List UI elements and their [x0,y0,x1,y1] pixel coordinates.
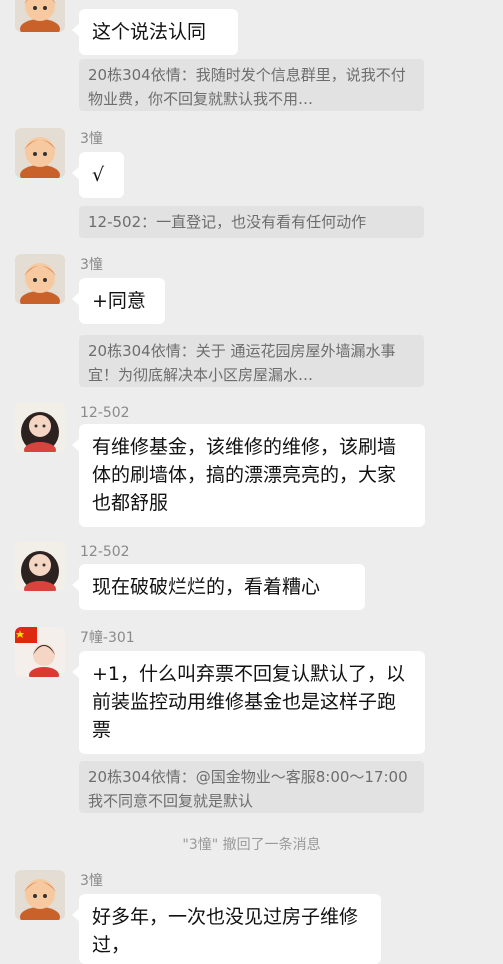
quoted-text: 20栋304依情：我随时发个信息群里，说我不付物业费，你不回复就默认我不用… [88,66,406,108]
cartoon-avatar-icon [15,254,65,304]
message-text: +1，什么叫弃票不回复认默认了，以前装监控动用维修基金也是这样子跑票 [92,663,406,741]
cartoon-avatar-icon [15,0,65,32]
recall-notice: "3憧" 撤回了一条消息 [182,837,321,853]
message-text: 这个说法认同 [92,21,207,43]
sender-name: 12-502 [80,405,130,421]
sender-name: 7幢-301 [80,630,135,646]
message-text: +同意 [92,290,146,312]
quoted-reply[interactable]: 20栋304依情：关于 通运花园房屋外墙漏水事宜！为彻底解决本小区房屋漏水… [79,335,424,387]
flag-girl-avatar-icon [15,627,65,677]
cartoon-avatar-icon [15,128,65,178]
avatar-3chong[interactable] [15,254,65,304]
avatar-12-502[interactable] [15,541,65,591]
girl-avatar-icon [15,541,65,591]
sender-name: 3憧 [80,257,103,273]
message-text: √ [92,164,105,186]
quoted-text: 12-502：一直登记，也没有看有任何动作 [88,213,367,231]
message-bubble[interactable]: +1，什么叫弃票不回复认默认了，以前装监控动用维修基金也是这样子跑票 [72,651,425,754]
sender-name: 3憧 [80,873,103,889]
message-text: 现在破破烂烂的，看着糟心 [92,576,321,598]
sender-name: 12-502 [80,544,130,560]
avatar-12-502[interactable] [15,402,65,452]
quoted-reply[interactable]: 20栋304依情：@国金物业～客服8:00～17:00 我不同意不回复就是默认 [79,761,424,813]
message-bubble[interactable]: 好多年，一次也没见过房子维修过， [72,894,381,964]
message-text: 有维修基金，该维修的维修，该刷墙体的刷墙体，搞的漂漂亮亮的，大家也都舒服 [92,436,397,514]
message-bubble[interactable]: +同意 [72,278,165,324]
quoted-reply[interactable]: 12-502：一直登记，也没有看有任何动作 [79,206,424,238]
message-bubble[interactable]: 现在破破烂烂的，看着糟心 [72,564,365,610]
message-bubble[interactable]: 这个说法认同 [72,9,238,55]
quoted-text: 20栋304依情：@国金物业～客服8:00～17:00 我不同意不回复就是默认 [88,768,408,810]
message-bubble[interactable]: 有维修基金，该维修的维修，该刷墙体的刷墙体，搞的漂漂亮亮的，大家也都舒服 [72,424,425,527]
quoted-text: 20栋304依情：关于 通运花园房屋外墙漏水事宜！为彻底解决本小区房屋漏水… [88,342,396,384]
avatar-3chong[interactable] [15,870,65,920]
message-bubble[interactable]: √ [72,152,124,198]
message-text: 好多年，一次也没见过房子维修过， [92,906,359,956]
quoted-reply[interactable]: 20栋304依情：我随时发个信息群里，说我不付物业费，你不回复就默认我不用… [79,59,424,111]
avatar-3chong[interactable] [15,0,65,32]
avatar-3chong[interactable] [15,128,65,178]
avatar-7chuang-301[interactable] [15,627,65,677]
girl-avatar-icon [15,402,65,452]
sender-name: 3憧 [80,131,103,147]
cartoon-avatar-icon [15,870,65,920]
